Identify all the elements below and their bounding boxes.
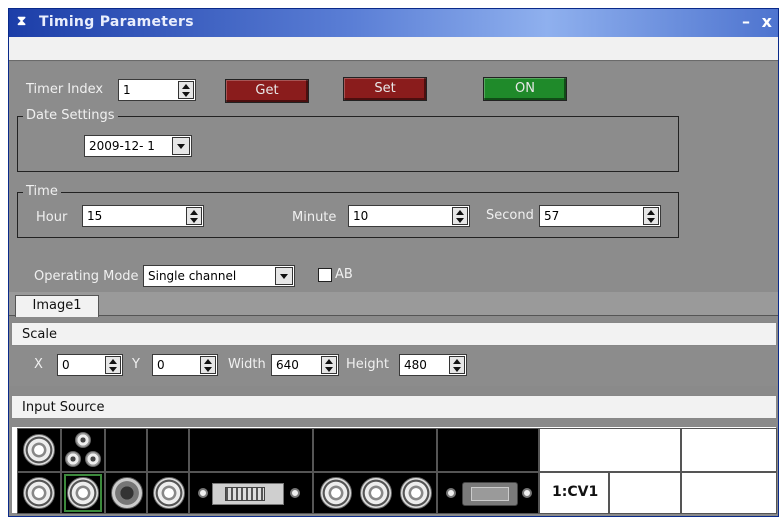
timing-panel: Timer Index 1 Get Set ON Date Settings 2… xyxy=(9,62,778,292)
scale-width-label: Width xyxy=(228,357,266,372)
empty-cell xyxy=(313,428,437,472)
scale-x-value: 0 xyxy=(62,358,70,372)
bnc-cell[interactable] xyxy=(17,472,61,514)
empty-cell xyxy=(539,428,681,472)
get-button[interactable]: Get xyxy=(225,79,309,103)
ab-checkbox[interactable] xyxy=(318,268,332,282)
empty-cell xyxy=(681,472,777,514)
input-source-header: Input Source xyxy=(11,395,777,419)
scale-x-spinner[interactable]: 0 xyxy=(57,354,123,376)
scale-width-value: 640 xyxy=(276,358,299,372)
screw-icon xyxy=(522,488,532,498)
bnc-connector-icon xyxy=(400,477,432,509)
bnc-cell-top[interactable] xyxy=(17,428,61,472)
title-bar[interactable]: ⧗ Timing Parameters – x xyxy=(9,9,778,37)
screw-icon xyxy=(198,488,208,498)
ab-checkbox-label: AB xyxy=(335,267,353,282)
cv1-cell[interactable] xyxy=(61,472,105,514)
second-label: Second xyxy=(486,208,534,223)
window-title: Timing Parameters xyxy=(39,14,194,30)
empty-cell xyxy=(609,472,681,514)
component-connector-icon xyxy=(75,432,91,448)
svideo-cell[interactable] xyxy=(105,472,147,514)
hour-spinner[interactable]: 15 xyxy=(82,205,204,227)
spinner-arrows-icon[interactable] xyxy=(321,356,337,374)
scale-y-value: 0 xyxy=(157,358,165,372)
empty-cell xyxy=(681,428,777,472)
set-button[interactable]: Set xyxy=(343,77,427,101)
screw-icon xyxy=(446,488,456,498)
input-source-header-label: Input Source xyxy=(22,400,105,415)
empty-cell xyxy=(147,428,189,472)
chevron-down-icon[interactable] xyxy=(275,267,293,285)
component-connector-icon xyxy=(85,451,101,467)
s-video-connector-icon xyxy=(111,477,143,509)
scale-x-label: X xyxy=(34,357,43,372)
time-group: Time Hour 15 Minute 10 Second 57 xyxy=(17,184,679,238)
screw-icon xyxy=(290,488,300,498)
minute-spinner[interactable]: 10 xyxy=(348,205,470,227)
component-cell[interactable] xyxy=(61,428,105,472)
tab-strip: Image1 xyxy=(9,292,778,317)
timing-parameters-window: ⧗ Timing Parameters – x Timer Index 1 Ge… xyxy=(8,8,779,517)
scale-height-spinner[interactable]: 480 xyxy=(399,354,467,376)
spinner-arrows-icon[interactable] xyxy=(200,356,216,374)
spinner-arrows-icon[interactable] xyxy=(186,207,202,225)
empty-cell xyxy=(437,428,539,472)
bnc-connector-icon xyxy=(23,477,55,509)
empty-cell xyxy=(189,428,313,472)
bnc-connector-icon xyxy=(23,434,55,466)
date-settings-group: Date Settings 2009-12- 1 xyxy=(17,108,679,172)
vga-connector-icon xyxy=(462,482,518,506)
vga-cell[interactable] xyxy=(437,472,539,514)
scale-width-spinner[interactable]: 640 xyxy=(271,354,339,376)
spinner-arrows-icon[interactable] xyxy=(449,356,465,374)
hour-label: Hour xyxy=(36,210,68,225)
scale-y-spinner[interactable]: 0 xyxy=(152,354,218,376)
date-picker[interactable]: 2009-12- 1 xyxy=(84,135,192,157)
bnc-connector-icon xyxy=(360,477,392,509)
scale-row: X 0 Y 0 Width 640 Height 480 xyxy=(9,346,778,386)
minute-value: 10 xyxy=(353,209,369,223)
chevron-down-icon[interactable] xyxy=(172,137,190,155)
app-icon: ⧗ xyxy=(17,14,27,29)
bnc-connector-icon xyxy=(153,477,185,509)
time-legend: Time xyxy=(23,184,61,199)
component-connector-icon xyxy=(65,451,81,467)
timer-index-spinner[interactable]: 1 xyxy=(118,79,196,101)
spinner-arrows-icon[interactable] xyxy=(105,356,121,374)
bnc-cell[interactable] xyxy=(147,472,189,514)
rgb-cell[interactable] xyxy=(313,472,437,514)
scale-header-label: Scale xyxy=(22,327,57,342)
scale-height-label: Height xyxy=(346,357,389,372)
scale-header: Scale xyxy=(11,322,777,346)
minimize-button[interactable]: – xyxy=(742,12,750,31)
second-spinner[interactable]: 57 xyxy=(539,205,661,227)
timer-index-label: Timer Index xyxy=(26,82,104,97)
date-value: 2009-12- 1 xyxy=(89,139,155,153)
bnc-connector-icon xyxy=(67,477,99,509)
bnc-connector-icon xyxy=(320,477,352,509)
timer-index-value: 1 xyxy=(123,83,131,97)
spinner-arrows-icon[interactable] xyxy=(178,81,194,99)
menu-bar xyxy=(9,37,778,61)
operating-mode-value: Single channel xyxy=(148,269,237,283)
on-button[interactable]: ON xyxy=(483,77,567,101)
scale-y-label: Y xyxy=(132,357,140,372)
spinner-arrows-icon[interactable] xyxy=(452,207,468,225)
tab-image1[interactable]: Image1 xyxy=(15,295,99,317)
spinner-arrows-icon[interactable] xyxy=(643,207,659,225)
close-button[interactable]: x xyxy=(762,12,772,31)
second-value: 57 xyxy=(544,209,560,223)
operating-mode-label: Operating Mode xyxy=(34,269,139,284)
hour-value: 15 xyxy=(87,209,103,223)
operating-mode-select[interactable]: Single channel xyxy=(143,265,295,287)
empty-cell xyxy=(105,428,147,472)
minute-label: Minute xyxy=(292,210,337,225)
dvi-cell[interactable] xyxy=(189,472,313,514)
selected-source-label: 1:CV1 xyxy=(552,484,599,500)
date-settings-legend: Date Settings xyxy=(23,108,118,123)
dvi-connector-icon xyxy=(212,483,284,505)
scale-height-value: 480 xyxy=(404,358,427,372)
